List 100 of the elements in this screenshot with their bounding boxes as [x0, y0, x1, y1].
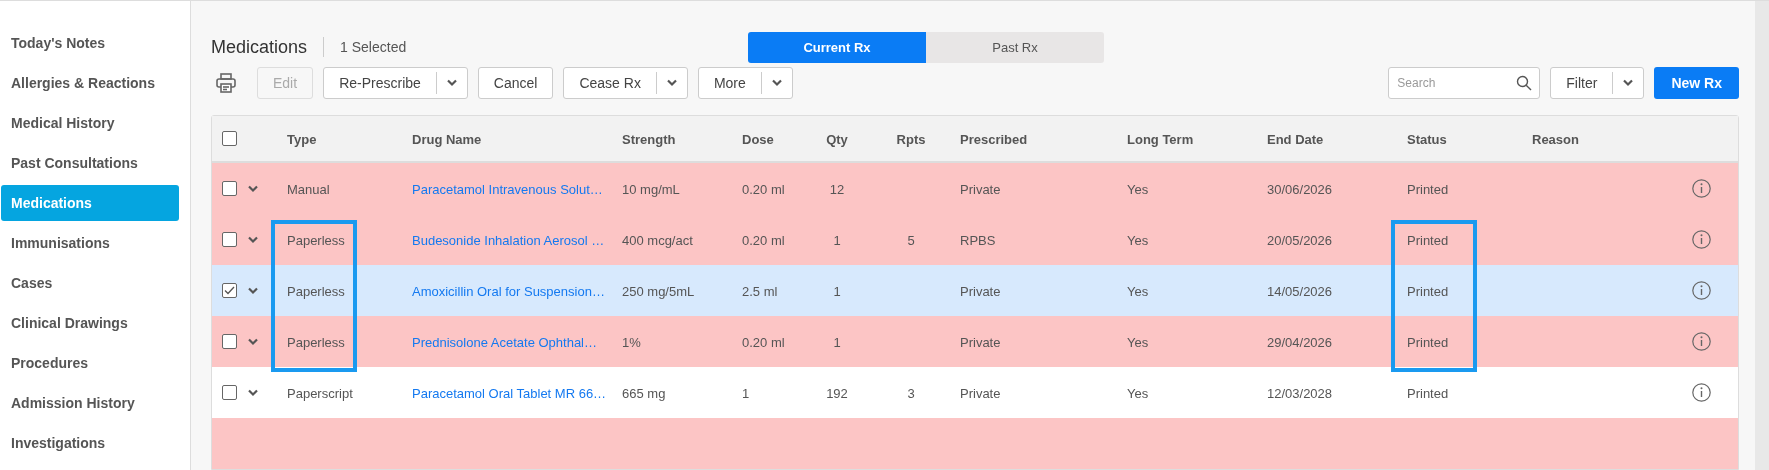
checkbox[interactable] — [222, 181, 237, 196]
table-cell: Paperless — [287, 232, 345, 248]
column-header[interactable]: Rpts — [896, 131, 926, 147]
table-cell: Printed — [1407, 385, 1449, 401]
column-header[interactable]: Type — [287, 131, 317, 147]
table-cell: Yes — [1127, 181, 1149, 197]
sidebar-item[interactable]: Immunisations — [1, 225, 179, 261]
info-icon[interactable] — [1692, 281, 1711, 300]
scrollbar[interactable] — [1755, 1, 1769, 470]
search-icon — [1516, 75, 1533, 91]
sidebar-item[interactable]: Admission History — [1, 385, 179, 421]
table-cell: Manual — [287, 181, 330, 197]
table-cell: 192 — [826, 385, 848, 401]
column-header[interactable]: End Date — [1267, 131, 1324, 147]
column-header[interactable]: Qty — [826, 131, 848, 147]
table-row[interactable]: Paperless Amoxicillin Oral for Suspension… 250 mg/5mL 2.5 ml 1 Private Yes 14/05/2026 Printed — [212, 265, 1738, 316]
drug-link[interactable]: Amoxicillin Oral for Suspension… — [412, 283, 605, 299]
table-cell: Yes — [1127, 232, 1149, 248]
sidebar-item[interactable]: Past Consultations — [1, 145, 179, 181]
toolbar-button: Edit — [257, 67, 314, 99]
search-field[interactable]: Search — [1388, 67, 1541, 99]
table-cell: 1 — [833, 283, 841, 299]
chevron-down-icon — [770, 79, 783, 87]
tab[interactable]: Current Rx — [748, 32, 926, 63]
table-cell: 0.20 ml — [742, 232, 785, 248]
drug-link[interactable]: Paracetamol Oral Tablet MR 66… — [412, 385, 607, 401]
selection-count: 1 Selected — [340, 37, 407, 57]
table-row[interactable]: Paperless Prednisolone Acetate Ophthal… 1% 0.20 ml 1 Private Yes 29/04/2026 Printed — [212, 316, 1738, 367]
table-cell: 250 mg/5mL — [622, 283, 695, 299]
table-cell: 20/05/2026 — [1267, 232, 1333, 248]
table-cell: Private — [960, 283, 1001, 299]
table-cell: 10 mg/mL — [622, 181, 680, 197]
table-cell: Yes — [1127, 283, 1149, 299]
column-header[interactable]: Long Term — [1127, 131, 1194, 147]
sidebar-item[interactable]: Today's Notes — [1, 25, 179, 61]
sidebar-item[interactable]: Investigations — [1, 425, 179, 461]
sidebar-item[interactable]: Clinical Drawings — [1, 305, 179, 341]
table-cell: Private — [960, 334, 1001, 350]
column-header[interactable]: Reason — [1532, 131, 1579, 147]
chevron-down-icon — [247, 286, 259, 295]
table-cell: 400 mcg/act — [622, 232, 693, 248]
table-cell: 2.5 ml — [742, 283, 778, 299]
table-cell: Paperless — [287, 334, 345, 350]
table-cell: Paperscript — [287, 385, 353, 401]
chevron-down-icon — [247, 184, 259, 193]
sidebar-item[interactable]: Cases — [1, 265, 179, 301]
table-cell: 12 — [829, 181, 845, 197]
table-cell: 30/06/2026 — [1267, 181, 1333, 197]
table-cell: 12/03/2028 — [1267, 385, 1333, 401]
table-cell: 0.20 ml — [742, 334, 785, 350]
chevron-down-icon — [247, 337, 259, 346]
table-cell: Printed — [1407, 334, 1449, 350]
table-cell: 14/05/2026 — [1267, 283, 1333, 299]
table-cell: Printed — [1407, 283, 1449, 299]
table-cell: Private — [960, 181, 1001, 197]
table-cell: 0.20 ml — [742, 181, 785, 197]
table-cell: 5 — [907, 232, 915, 248]
checkbox[interactable] — [222, 232, 237, 247]
table-cell: 1% — [622, 334, 641, 350]
table-cell: 29/04/2026 — [1267, 334, 1333, 350]
column-header[interactable]: Drug Name — [412, 131, 482, 147]
checkbox[interactable] — [222, 334, 237, 349]
table-cell: 1 — [833, 232, 841, 248]
table-cell: 1 — [742, 385, 750, 401]
tab[interactable]: Past Rx — [926, 32, 1104, 63]
table-cell: Printed — [1407, 232, 1449, 248]
column-header[interactable]: Dose — [742, 131, 774, 147]
chevron-down-icon — [1622, 79, 1635, 87]
table-row[interactable]: Manual Paracetamol Intravenous Solut… 10 mg/mL 0.20 ml 12 Private Yes 30/06/2026 Printed — [212, 163, 1738, 214]
info-icon[interactable] — [1692, 230, 1711, 249]
table-row[interactable]: Paperscript Paracetamol Oral Tablet MR 66… 665 mg 1 192 3 Private Yes 12/03/2028 Printed — [212, 367, 1738, 418]
info-icon[interactable] — [1692, 383, 1711, 402]
sidebar-item[interactable]: Medical History — [1, 105, 179, 141]
checkbox[interactable] — [222, 131, 237, 146]
sidebar-item[interactable]: Procedures — [1, 345, 179, 381]
sidebar-item[interactable]: Allergies & Reactions — [1, 65, 179, 101]
table-cell: Yes — [1127, 334, 1149, 350]
new-button[interactable]: New Rx — [1654, 67, 1739, 99]
checkbox[interactable] — [222, 385, 237, 400]
table-cell: Printed — [1407, 181, 1449, 197]
column-header[interactable]: Status — [1407, 131, 1447, 147]
checkbox[interactable] — [222, 283, 237, 298]
chevron-down-icon — [445, 79, 458, 87]
table-cell: Private — [960, 385, 1001, 401]
toolbar-button[interactable]: Cancel — [477, 67, 554, 99]
chevron-down-icon — [665, 79, 678, 87]
column-header[interactable]: Prescribed — [960, 131, 1028, 147]
column-header[interactable]: Strength — [622, 131, 676, 147]
table-cell: Yes — [1127, 385, 1149, 401]
table-cell: 665 mg — [622, 385, 666, 401]
table-cell: 3 — [907, 385, 915, 401]
page-title: Medications — [211, 35, 308, 59]
info-icon[interactable] — [1692, 332, 1711, 351]
info-icon[interactable] — [1692, 179, 1711, 198]
chevron-down-icon — [247, 235, 259, 244]
table-cell: 1 — [833, 334, 841, 350]
table-row[interactable]: Paperless Budesonide Inhalation Aerosol … 400 mcg/act 0.20 ml 1 5 RPBS Yes 20/05/2026 Printed — [212, 214, 1738, 265]
chevron-down-icon — [247, 388, 259, 397]
table-cell: RPBS — [960, 232, 996, 248]
table-cell: Paperless — [287, 283, 345, 299]
